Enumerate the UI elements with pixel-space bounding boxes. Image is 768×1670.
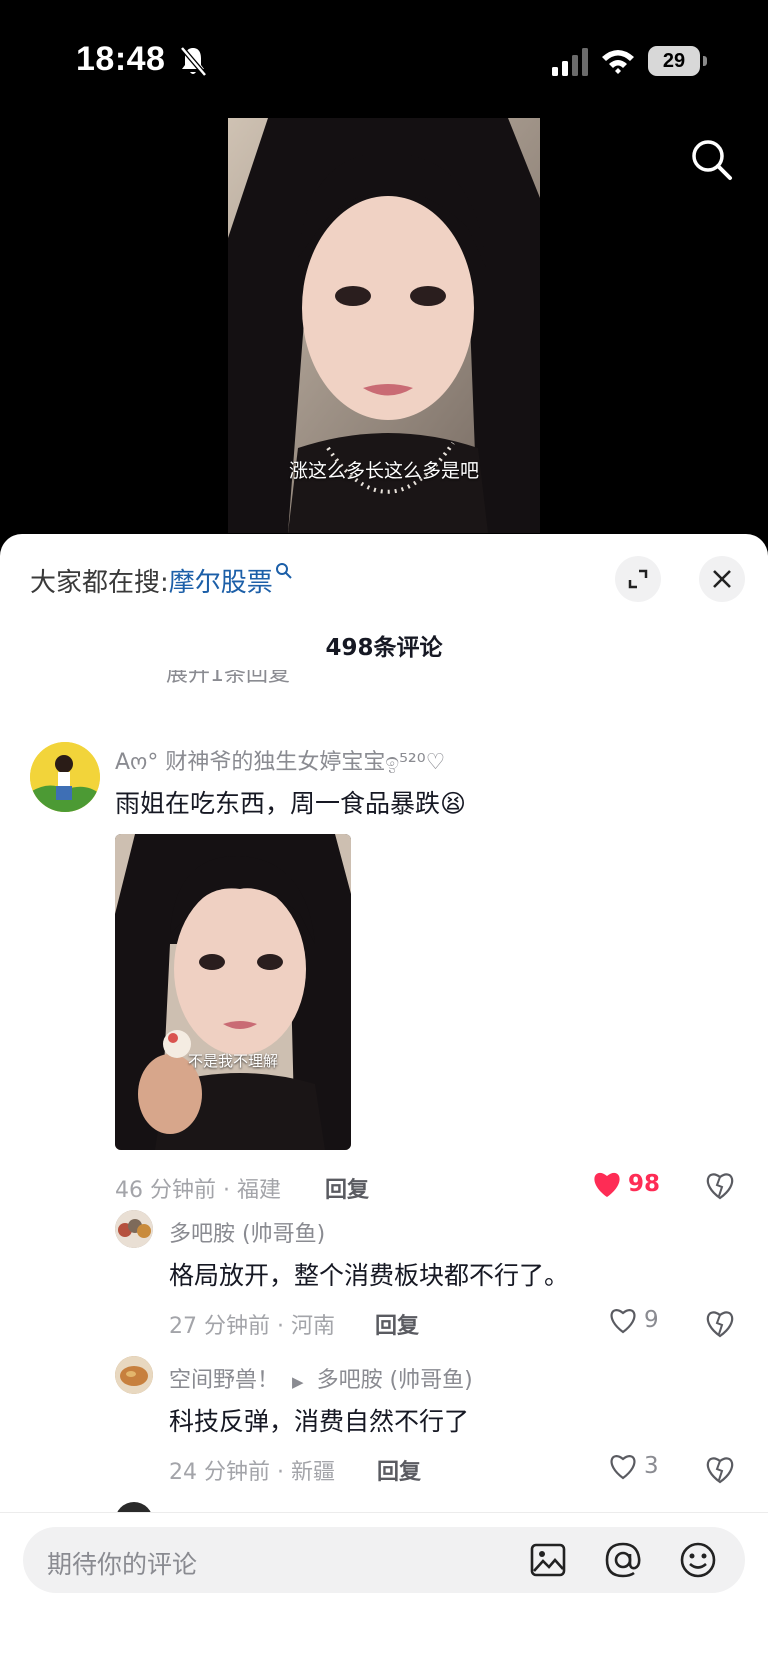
- reply-button[interactable]: 回复: [325, 1172, 369, 1204]
- hot-search-keyword[interactable]: 摩尔股票: [169, 568, 273, 598]
- battery-indicator: 29: [648, 46, 707, 76]
- reply-to-username[interactable]: 多吧胺 (帅哥鱼): [317, 1368, 473, 1393]
- reply-button[interactable]: 回复: [377, 1454, 421, 1486]
- reply-username[interactable]: 多吧胺 (帅哥鱼): [169, 1216, 325, 1248]
- reply-meta: 27 分钟前 · 河南: [169, 1314, 335, 1339]
- hot-search-prefix: 大家都在搜:: [30, 568, 169, 598]
- reply-header: 空间野兽！ ▶ 多吧胺 (帅哥鱼): [169, 1362, 473, 1394]
- comment-meta: 46 分钟前 · 福建: [115, 1178, 281, 1203]
- comment-username[interactable]: Aო° 财神爷的独生女婷宝宝ඉ⁵²⁰♡: [115, 744, 445, 776]
- hot-search[interactable]: 大家都在搜:摩尔股票: [30, 562, 293, 599]
- avatar-image: [115, 1356, 153, 1394]
- status-bar: 18:48 29: [0, 0, 768, 120]
- avatar-image: [115, 1210, 153, 1248]
- image-subtitle: 不是我不理解: [187, 1052, 278, 1070]
- close-icon: [713, 570, 731, 588]
- dislike-icon[interactable]: [704, 1308, 736, 1338]
- like-count: 3: [644, 1453, 659, 1479]
- reply-button[interactable]: 回复: [375, 1308, 419, 1340]
- emoji-icon[interactable]: [678, 1540, 718, 1580]
- expand-icon: [628, 569, 648, 589]
- video-player[interactable]: 涨这么多长这么多是吧: [228, 118, 540, 533]
- avatar[interactable]: [115, 1356, 153, 1394]
- reply-text: 格局放开，整个消费板块都不行了。: [169, 1261, 570, 1290]
- comment-sheet: 大家都在搜:摩尔股票 498条评论 展开1条回复 Aო° 财神爷的独生女婷宝宝ඉ…: [0, 534, 768, 1670]
- comment-count: 498条评论: [325, 635, 443, 661]
- wifi-icon: [602, 50, 634, 74]
- heart-outline-icon: [610, 1455, 636, 1480]
- dislike-icon[interactable]: [704, 1170, 736, 1200]
- screen: { "status": {"time": "18:48", "battery":…: [0, 0, 768, 1670]
- heart-filled-icon: [594, 1172, 620, 1197]
- like-count: 9: [644, 1307, 659, 1333]
- heart-outline-icon: [610, 1309, 636, 1334]
- avatar-image: [30, 742, 100, 812]
- avatar[interactable]: [115, 1210, 153, 1248]
- reply-meta: 24 分钟前 · 新疆: [169, 1460, 335, 1485]
- dislike-icon[interactable]: [704, 1454, 736, 1484]
- comment-input[interactable]: 期待你的评论: [23, 1527, 745, 1593]
- expand-button[interactable]: [615, 556, 661, 602]
- collapsed-replies-hint[interactable]: 展开1条回复: [166, 670, 346, 684]
- small-search-icon: [275, 563, 292, 579]
- reply-username[interactable]: 空间野兽！: [169, 1368, 279, 1393]
- comment-photo: [115, 834, 351, 1150]
- reply-text: 科技反弹，消费自然不行了: [169, 1407, 470, 1436]
- close-button[interactable]: [699, 556, 745, 602]
- video-subtitle: 涨这么多长这么多是吧: [288, 460, 479, 482]
- like-button[interactable]: 3: [608, 1452, 659, 1480]
- comment-input-bar: 期待你的评论: [0, 1512, 768, 1670]
- emoji: 😫: [440, 789, 467, 818]
- comment-image[interactable]: 不是我不理解: [115, 834, 351, 1150]
- cellular-signal-icon: [552, 48, 588, 76]
- mention-icon[interactable]: [603, 1540, 643, 1580]
- avatar[interactable]: [30, 742, 100, 812]
- comment-text: 雨姐在吃东西，周一食品暴跌😫: [115, 784, 466, 820]
- status-time: 18:48: [76, 40, 166, 78]
- image-icon[interactable]: [528, 1540, 568, 1580]
- comment-input-placeholder: 期待你的评论: [47, 1550, 198, 1579]
- search-icon[interactable]: [690, 138, 734, 182]
- like-button[interactable]: 9: [608, 1306, 659, 1334]
- reply-arrow-icon: ▶: [292, 1373, 304, 1391]
- comment-text-body: 雨姐在吃东西，周一食品暴跌: [115, 789, 441, 818]
- silent-bell-icon: [180, 46, 207, 77]
- like-count: 98: [628, 1171, 661, 1197]
- like-button[interactable]: 98: [592, 1170, 660, 1198]
